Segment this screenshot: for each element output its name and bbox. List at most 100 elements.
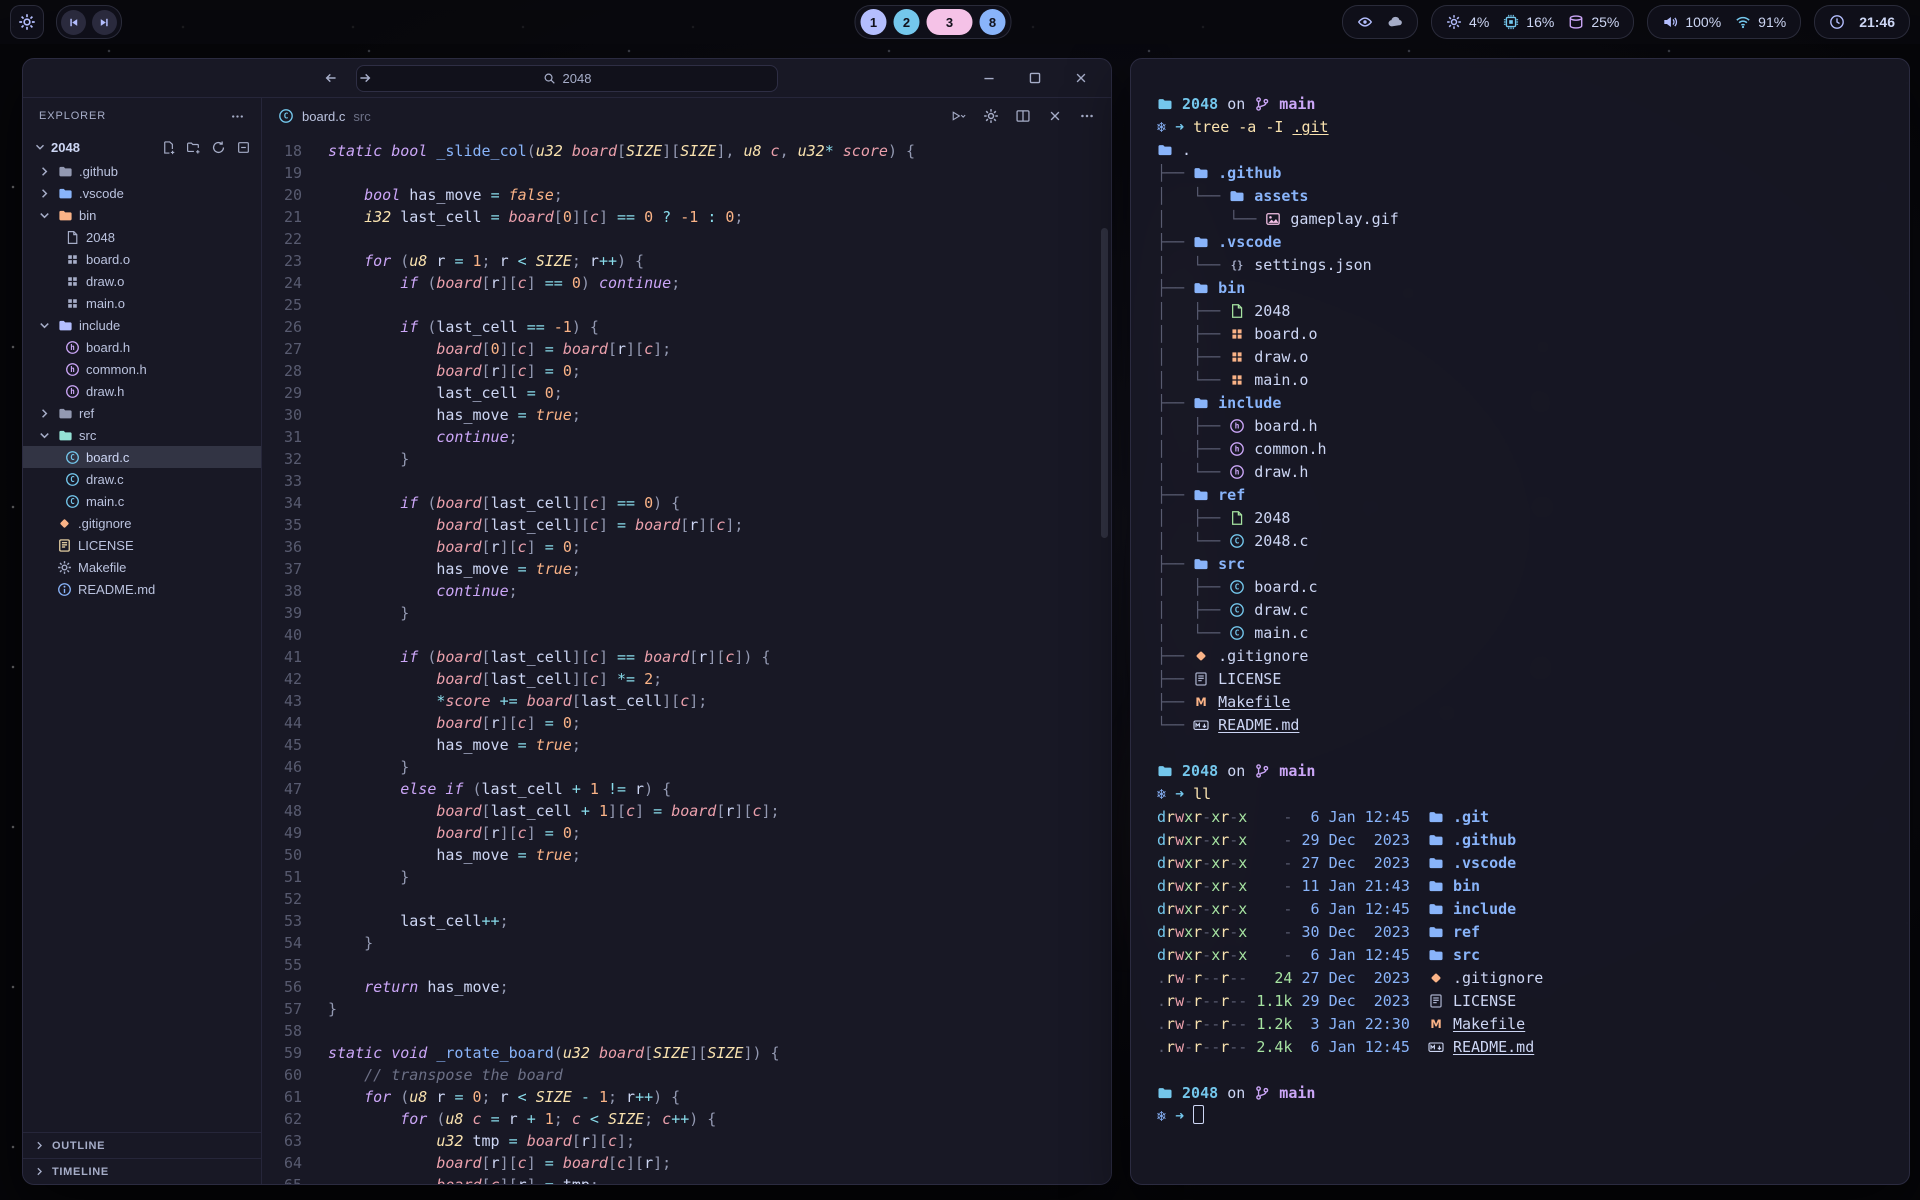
tree-item-board.h[interactable]: hboard.h [23,336,261,358]
editor-scrollbar[interactable] [1101,228,1108,538]
wifi-value: 91% [1758,14,1786,30]
tree-item-src[interactable]: src [23,424,261,446]
line-number: 53 [262,910,302,932]
system-stats-widget[interactable]: 4%16%25% [1431,5,1634,39]
terminal-line: │ └── C 2048.c [1157,530,1883,553]
terminal-line: ├── .gitignore [1157,645,1883,668]
new-file-button[interactable] [161,140,176,155]
workspace-1[interactable]: 1 [861,9,887,35]
tree-item-Makefile[interactable]: Makefile [23,556,261,578]
code-line-65: 65 board[c][r] = tmp; [262,1174,1111,1184]
line-number: 39 [262,602,302,624]
section-timeline[interactable]: TIMELINE [23,1158,261,1184]
code-line-21: 21 i32 last_cell = board[0][c] == 0 ? -1… [262,206,1111,228]
tree-item-common.h[interactable]: hcommon.h [23,358,261,380]
collapse-all-icon [236,140,251,155]
launcher-button[interactable] [10,5,44,39]
svg-text:C: C [70,453,75,462]
folder-icon [1428,924,1444,940]
search-text: 2048 [563,71,592,86]
tab-filename[interactable]: board.c [302,109,345,124]
code-line-44: 44 board[r][c] = 0; [262,712,1111,734]
workspace-3[interactable]: 3 [927,9,973,35]
section-outline[interactable]: OUTLINE [23,1132,261,1158]
ellipsis-icon[interactable] [230,109,245,124]
tree-item-bin[interactable]: bin [23,204,261,226]
ellipsis-button[interactable] [1079,108,1095,124]
close-button[interactable] [1047,108,1063,124]
maximize-button[interactable] [1027,70,1043,86]
line-number: 55 [262,954,302,976]
minimize-button[interactable] [981,70,997,86]
editor-actions [951,108,1095,124]
disk-value: 25% [1591,14,1619,30]
code-line-48: 48 board[last_cell + 1][c] = board[r][c]… [262,800,1111,822]
svg-text:h: h [1235,445,1240,454]
arrow-right-button[interactable] [357,70,373,86]
tree-item-LICENSE[interactable]: LICENSE [23,534,261,556]
skip-back-button[interactable] [61,10,86,35]
tree-item-ref[interactable]: ref [23,402,261,424]
tree-item-board.o[interactable]: board.o [23,248,261,270]
command-center-search[interactable]: 2048 [356,65,778,92]
new-folder-button[interactable] [186,140,201,155]
editor-titlebar[interactable]: 2048 [23,59,1111,98]
terminal-line: │ └── assets [1157,185,1883,208]
close-button[interactable] [1073,70,1089,86]
svg-text:h: h [70,343,75,352]
chevron-down-icon [33,140,47,154]
tree-item-board.c[interactable]: Cboard.c [23,446,261,468]
folder-icon [1193,395,1209,411]
run-button[interactable] [951,108,967,124]
svg-text:M: M [1195,695,1206,709]
line-number: 38 [262,580,302,602]
tree-item-.gitignore[interactable]: .gitignore [23,512,261,534]
speaker-stat: 100% [1662,14,1721,30]
weather-widget[interactable] [1342,5,1418,39]
tree-item-label: main.o [86,296,125,311]
tree-item-.github[interactable]: .github [23,160,261,182]
gear-button[interactable] [983,108,999,124]
clock-widget[interactable]: 21:46 [1814,5,1910,39]
line-number: 49 [262,822,302,844]
split-button[interactable] [1015,108,1031,124]
line-number: 56 [262,976,302,998]
code-line-31: 31 continue; [262,426,1111,448]
tree-item-label: LICENSE [78,538,134,553]
info-icon [57,582,72,597]
skip-forward-button[interactable] [92,10,117,35]
tree-item-include[interactable]: include [23,314,261,336]
audio-network-widget[interactable]: 100% 91% [1647,5,1801,39]
terminal-window[interactable]: 2048 on main❄ ➜ tree -a -I .git .├── .gi… [1130,58,1910,1185]
arrow-left-button[interactable] [323,70,339,86]
tree-item-draw.o[interactable]: draw.o [23,270,261,292]
code-line-37: 37 has_move = true; [262,558,1111,580]
tree-item-main.c[interactable]: Cmain.c [23,490,261,512]
code-editor[interactable]: 18static bool _slide_col(u32 board[SIZE]… [262,134,1111,1184]
tree-item-draw.c[interactable]: Cdraw.c [23,468,261,490]
hfile-icon: h [1229,464,1245,480]
tree-item-README.md[interactable]: README.md [23,578,261,600]
workspace-2[interactable]: 2 [894,9,920,35]
line-number: 21 [262,206,302,228]
line-number: 41 [262,646,302,668]
line-number: 23 [262,250,302,272]
workspace-8[interactable]: 8 [980,9,1006,35]
tree-item-draw.h[interactable]: hdraw.h [23,380,261,402]
code-line-58: 58 [262,1020,1111,1042]
refresh-button[interactable] [211,140,226,155]
code-line-32: 32 } [262,448,1111,470]
folder-icon [1193,487,1209,503]
book-icon [1428,993,1444,1009]
close-icon [1073,70,1089,86]
code-line-60: 60 // transpose the board [262,1064,1111,1086]
tree-item-.vscode[interactable]: .vscode [23,182,261,204]
eye-icon [1357,14,1373,30]
collapse-all-button[interactable] [236,140,251,155]
cfile-icon: C [1229,533,1245,549]
terminal-line: drwxr-xr-x - 29 Dec 2023 .github [1157,829,1883,852]
tree-item-main.o[interactable]: main.o [23,292,261,314]
tree-item-2048[interactable]: 2048 [23,226,261,248]
project-section-row[interactable]: 2048 [23,134,261,160]
terminal-line: ├── LICENSE [1157,668,1883,691]
